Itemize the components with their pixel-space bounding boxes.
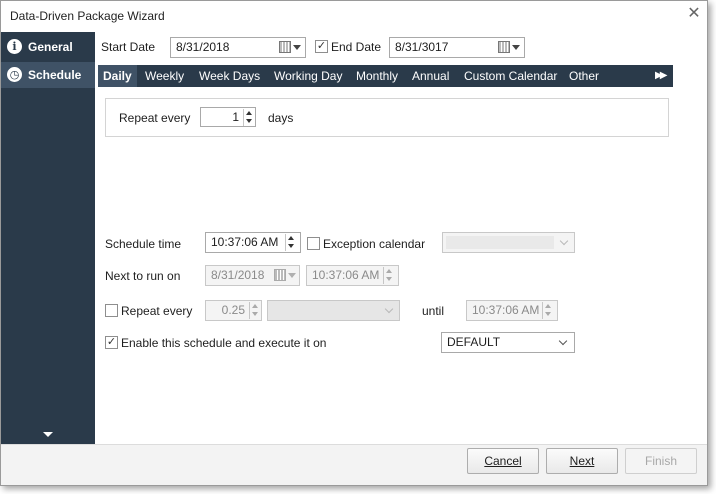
chevron-down-icon[interactable]	[512, 45, 520, 50]
tab-annual[interactable]: Annual	[407, 65, 454, 87]
next-run-time-value: 10:37:06 AM	[312, 268, 380, 282]
schedule-time-value: 10:37:06 AM	[211, 235, 279, 249]
end-date-label: End Date	[331, 40, 382, 54]
end-date-value: 8/31/3017	[395, 40, 449, 54]
cancel-button[interactable]: Cancel	[467, 448, 539, 474]
until-time-input[interactable]: 10:37:06 AM	[466, 300, 558, 321]
tab-week-days[interactable]: Week Days	[194, 65, 265, 87]
tab-monthly[interactable]: Monthly	[351, 65, 403, 87]
exception-calendar-select[interactable]	[442, 232, 575, 253]
chevron-down-icon[interactable]	[293, 45, 301, 50]
window-title: Data-Driven Package Wizard	[10, 9, 165, 23]
start-date-label: Start Date	[101, 40, 156, 54]
repeat-label: Repeat every	[119, 111, 191, 125]
calendar-icon[interactable]	[279, 41, 291, 53]
execution-target-value: DEFAULT	[447, 335, 501, 349]
wizard-window: Data-Driven Package Wizard ✕ i General ◷…	[0, 0, 708, 486]
footer-bar: Cancel Next Finish	[1, 444, 707, 485]
tab-scroll-right-icon[interactable]: ▶▶	[655, 66, 668, 86]
stepper-arrows-icon[interactable]	[542, 302, 554, 319]
info-icon: i	[7, 39, 22, 54]
repeat-unit-select[interactable]	[267, 300, 400, 321]
sidebar-item-label: General	[28, 40, 73, 54]
next-run-date-value: 8/31/2018	[211, 268, 265, 282]
stepper-arrows-icon[interactable]	[285, 234, 297, 251]
sidebar-item-general[interactable]: i General	[1, 34, 95, 60]
repeat-unit-label: days	[268, 111, 294, 125]
start-date-value: 8/31/2018	[176, 40, 230, 54]
finish-button-label: Finish	[644, 454, 677, 468]
exception-calendar-label: Exception calendar	[323, 237, 426, 251]
title-bar: Data-Driven Package Wizard ✕	[1, 1, 707, 32]
tab-other[interactable]: Other	[564, 65, 604, 87]
sidebar-item-label: Schedule	[28, 68, 82, 82]
end-date-checkbox[interactable]: ✓	[315, 40, 328, 53]
chevron-down-icon[interactable]	[558, 336, 568, 346]
finish-button[interactable]: Finish	[625, 448, 697, 474]
enable-schedule-checkbox[interactable]: ✓	[105, 336, 118, 349]
repeat-interval-value: 0.25	[221, 303, 245, 317]
next-button[interactable]: Next	[546, 448, 618, 474]
repeat-interval-stepper[interactable]: 0.25	[205, 300, 262, 321]
calendar-icon[interactable]	[274, 269, 286, 281]
exception-calendar-checkbox[interactable]	[307, 237, 320, 250]
select-placeholder-bar	[446, 236, 554, 249]
chevron-down-icon[interactable]	[559, 236, 569, 246]
schedule-time-label: Schedule time	[105, 237, 182, 251]
until-label: until	[422, 304, 445, 318]
repeat-every-label: Repeat every	[121, 304, 193, 318]
next-run-label: Next to run on	[105, 269, 181, 283]
enable-schedule-label: Enable this schedule and execute it on	[121, 336, 327, 350]
chevron-down-icon[interactable]	[288, 273, 296, 278]
daily-repeat-panel: Repeat every 1 days	[105, 98, 669, 137]
end-date-picker[interactable]: 8/31/3017	[389, 37, 525, 58]
repeat-days-stepper[interactable]: 1	[200, 107, 256, 127]
tab-daily[interactable]: Daily	[98, 65, 137, 87]
sidebar-collapse-arrow-icon[interactable]	[43, 432, 53, 437]
start-date-picker[interactable]: 8/31/2018	[170, 37, 306, 58]
stepper-arrows-icon[interactable]	[249, 302, 261, 319]
sidebar: i General ◷ Schedule	[1, 32, 95, 444]
tab-weekly[interactable]: Weekly	[140, 65, 189, 87]
cancel-button-label: Cancel	[484, 454, 522, 468]
tab-custom-calendar[interactable]: Custom Calendar	[459, 65, 562, 87]
schedule-time-input[interactable]: 10:37:06 AM	[205, 232, 301, 253]
sidebar-item-schedule[interactable]: ◷ Schedule	[1, 62, 95, 88]
tab-working-day[interactable]: Working Day	[269, 65, 347, 87]
schedule-tab-bar: Daily Weekly Week Days Working Day Month…	[98, 65, 673, 87]
execution-target-select[interactable]: DEFAULT	[441, 332, 575, 353]
next-button-label: Next	[569, 454, 595, 468]
next-run-time-input[interactable]: 10:37:06 AM	[306, 265, 399, 286]
repeat-every-checkbox[interactable]	[105, 304, 118, 317]
clock-icon: ◷	[7, 67, 22, 82]
next-run-date-picker[interactable]: 8/31/2018	[205, 265, 300, 286]
chevron-down-icon[interactable]	[384, 304, 394, 314]
calendar-icon[interactable]	[498, 41, 510, 53]
stepper-arrows-icon[interactable]	[383, 267, 395, 284]
repeat-days-value: 1	[232, 110, 239, 124]
until-time-value: 10:37:06 AM	[472, 303, 540, 317]
stepper-arrows-icon[interactable]	[243, 109, 255, 126]
close-icon[interactable]: ✕	[684, 4, 704, 24]
